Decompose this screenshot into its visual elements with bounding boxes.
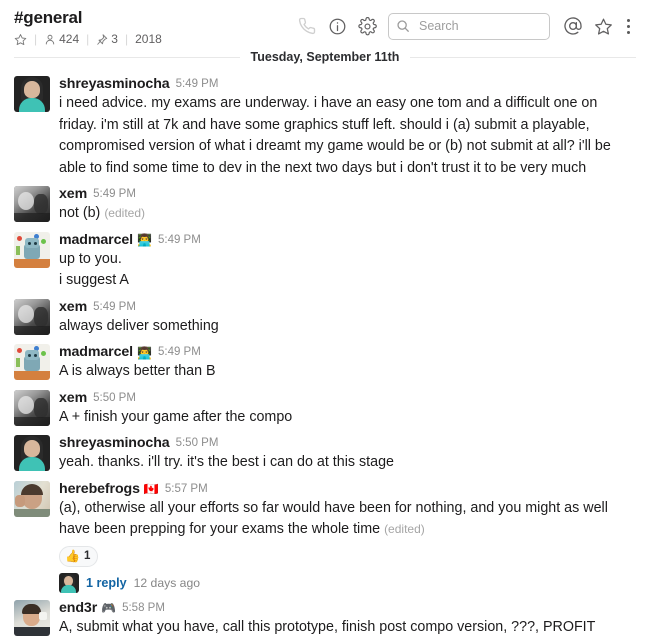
member-count-group[interactable]: 424 [44, 32, 79, 46]
member-count: 424 [59, 32, 80, 46]
message-text: A is always better than B [59, 363, 216, 379]
avatar[interactable] [14, 231, 50, 268]
message-author[interactable]: madmarcel [59, 232, 133, 249]
meta-separator-3: | [124, 32, 129, 46]
message-author[interactable]: madmarcel [59, 344, 133, 361]
message-text: yeah. thanks. i'll try. it's the best i … [59, 454, 394, 470]
message-author[interactable]: shreyasminocha [59, 435, 170, 452]
author-status-emoji: 👨‍💻 [137, 233, 152, 247]
channel-header: #general | 424 | 3 | 2018 Search [0, 0, 650, 47]
message-text: i suggest A [59, 272, 129, 288]
channel-info: #general | 424 | 3 | 2018 [14, 6, 162, 46]
message-line: (a), otherwise all your efforts so far w… [59, 499, 608, 538]
thread-reply-count[interactable]: 1 reply [86, 576, 127, 590]
message-header: shreyasminocha 5:50 PM [59, 435, 636, 452]
edited-label: (edited) [384, 522, 425, 536]
message-timestamp[interactable]: 5:49 PM [158, 232, 201, 249]
message-timestamp[interactable]: 5:57 PM [165, 481, 208, 498]
message-timestamp[interactable]: 5:49 PM [158, 344, 201, 361]
message-line: not (b) [59, 205, 101, 221]
message-item: xem 5:49 PM always deliver something [14, 292, 636, 338]
channel-topic[interactable]: 2018 [135, 32, 162, 46]
message-header: madmarcel 👨‍💻 5:49 PM [59, 232, 636, 249]
thread-reply-bar[interactable]: 1 reply 12 days ago [59, 572, 636, 593]
message-header: herebefrogs 🇨🇦 5:57 PM [59, 481, 636, 498]
edited-label: (edited) [104, 206, 145, 220]
message-item: madmarcel 👨‍💻 5:49 PM A is always better… [14, 337, 636, 383]
message-header: xem 5:49 PM [59, 186, 636, 203]
avatar[interactable] [14, 435, 50, 471]
avatar[interactable] [14, 599, 50, 636]
message-item: madmarcel 👨‍💻 5:49 PM up to you. i sugge… [14, 225, 636, 292]
message-timestamp[interactable]: 5:58 PM [122, 600, 165, 617]
page-title: #general [14, 8, 83, 27]
message-list: shreyasminocha 5:49 PM i need advice. my… [0, 69, 650, 638]
message-item: end3r 🎮 5:58 PM A, submit what you have,… [14, 593, 636, 639]
author-status-emoji: 🇨🇦 [143, 482, 159, 496]
message-text: A, submit what you have, call this proto… [59, 618, 596, 635]
message-header: end3r 🎮 5:58 PM [59, 600, 636, 617]
message-text: i need advice. my exams are underway. i … [59, 95, 611, 176]
message-item: xem 5:50 PM A + finish your game after t… [14, 383, 636, 429]
thread-participant-avatar [59, 572, 79, 593]
date-divider: Tuesday, September 11th [0, 47, 650, 67]
message-timestamp[interactable]: 5:50 PM [176, 435, 219, 452]
thumbsup-icon: 👍 [65, 549, 80, 563]
search-input[interactable] [417, 18, 542, 34]
pin-count: 3 [111, 32, 118, 46]
message-text: A + finish your game after the compo [59, 408, 293, 425]
message-author[interactable]: shreyasminocha [59, 76, 170, 93]
message-timestamp[interactable]: 5:50 PM [93, 390, 136, 407]
message-timestamp[interactable]: 5:49 PM [176, 76, 219, 93]
reaction-list: 👍 1 [59, 545, 636, 567]
message-author[interactable]: xem [59, 186, 87, 203]
phone-icon[interactable] [292, 11, 322, 41]
message-author[interactable]: xem [59, 390, 87, 407]
avatar[interactable] [14, 344, 50, 380]
message-item: shreyasminocha 5:49 PM i need advice. my… [14, 69, 636, 179]
pin-count-group[interactable]: 3 [96, 32, 118, 46]
author-status-emoji: 🎮 [101, 601, 117, 615]
message-item: xem 5:49 PM not (b) (edited) [14, 179, 636, 225]
avatar[interactable] [14, 298, 50, 335]
message-author[interactable]: end3r [59, 600, 97, 617]
avatar[interactable] [14, 76, 50, 112]
message-text: (a), otherwise all your efforts so far w… [59, 498, 636, 541]
info-icon[interactable] [322, 11, 352, 41]
message-item: herebefrogs 🇨🇦 5:57 PM (a), otherwise al… [14, 474, 636, 593]
gear-icon[interactable] [352, 11, 382, 41]
date-divider-label: Tuesday, September 11th [239, 50, 411, 64]
message-text: up to you. [59, 250, 122, 267]
message-header: xem 5:50 PM [59, 390, 636, 407]
reaction-thumbsup[interactable]: 👍 1 [59, 545, 99, 567]
avatar[interactable] [14, 480, 50, 517]
message-header: xem 5:49 PM [59, 299, 636, 316]
star-outline-icon[interactable] [588, 11, 618, 41]
channel-meta: | 424 | 3 | 2018 [14, 32, 162, 46]
thread-last-reply-time: 12 days ago [133, 575, 201, 590]
slack-channel-view: #general | 424 | 3 | 2018 Search Tuesday… [0, 0, 650, 640]
message-text: not (b) (edited) [59, 203, 636, 225]
message-text: always deliver something [59, 317, 219, 334]
message-timestamp[interactable]: 5:49 PM [93, 299, 136, 316]
header-actions [292, 6, 638, 41]
meta-separator-1: | [34, 32, 38, 46]
message-header: shreyasminocha 5:49 PM [59, 76, 636, 93]
at-mention-icon[interactable] [558, 11, 588, 41]
message-author[interactable]: xem [59, 299, 87, 316]
message-header: madmarcel 👨‍💻 5:49 PM [59, 344, 636, 361]
avatar[interactable] [14, 389, 50, 426]
message-author[interactable]: herebefrogs [59, 481, 140, 498]
message-item: shreyasminocha 5:50 PM yeah. thanks. i'l… [14, 428, 636, 474]
avatar[interactable] [14, 186, 50, 222]
message-timestamp[interactable]: 5:49 PM [93, 186, 136, 203]
meta-separator-2: | [86, 32, 90, 46]
kebab-menu-icon[interactable] [618, 11, 638, 41]
author-status-emoji: 👨‍💻 [137, 345, 152, 360]
search-box[interactable] [388, 12, 550, 40]
reaction-count: 1 [83, 550, 91, 562]
favorite-star-icon[interactable] [14, 33, 27, 46]
